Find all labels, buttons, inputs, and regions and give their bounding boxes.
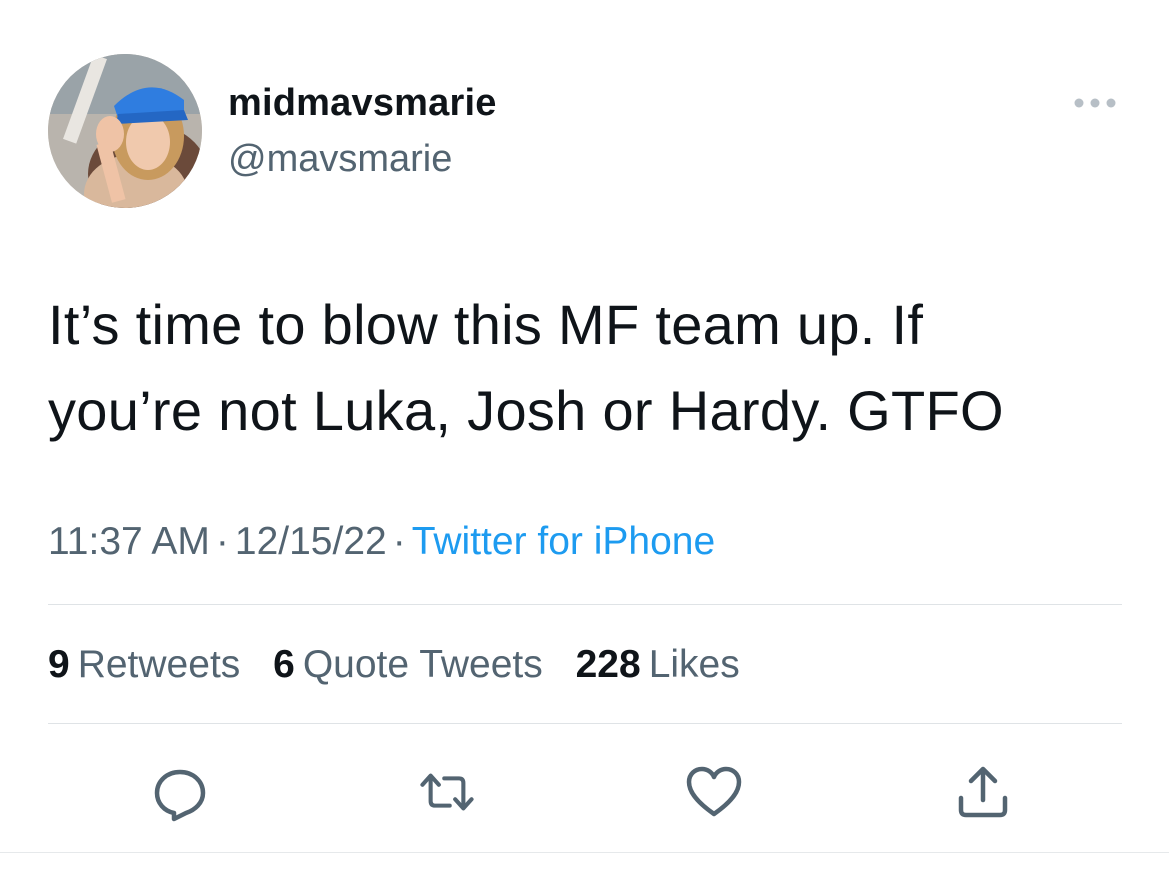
retweet-button[interactable] [417,762,477,822]
more-options-icon[interactable] [1072,92,1118,114]
divider [48,723,1122,724]
retweets-label: Retweets [77,643,241,686]
retweets-stat[interactable]: 9 Retweets [48,643,240,686]
retweets-count: 9 [48,643,70,686]
avatar[interactable] [48,54,202,208]
share-icon [958,766,1008,818]
share-button[interactable] [953,762,1013,822]
like-button[interactable] [684,762,744,822]
separator: · [215,520,229,563]
tweet-text: It’s time to blow this MF team up. If yo… [48,282,1128,454]
retweet-icon [420,773,474,811]
likes-count: 228 [575,643,641,686]
quote-tweets-label: Quote Tweets [302,643,543,686]
reply-icon [154,769,206,822]
quote-tweets-count: 6 [273,643,295,686]
profile-photo-icon [48,54,202,208]
likes-stat[interactable]: 228 Likes [576,643,740,686]
tweet-stats: 9 Retweets 6 Quote Tweets 228 Likes [48,643,762,687]
tweet-text-line: you’re not Luka, Josh or Hardy. GTFO [48,379,1004,442]
tweet-time[interactable]: 11:37 AM [48,520,210,563]
tweet-detail: midmavsmarie @mavsmarie It’s time to blo… [0,0,1169,870]
likes-label: Likes [648,643,740,686]
divider [48,604,1122,605]
heart-icon [686,766,742,817]
tweet-source-link[interactable]: Twitter for iPhone [412,520,715,563]
user-handle[interactable]: @mavsmarie [228,138,452,181]
tweet-date[interactable]: 12/15/22 [235,520,387,563]
separator: · [392,520,406,563]
display-name[interactable]: midmavsmarie [228,82,497,125]
tweet-meta: 11:37 AM · 12/15/22 · Twitter for iPhone [48,520,715,564]
divider [0,852,1169,853]
quote-tweets-stat[interactable]: 6 Quote Tweets [273,643,543,686]
reply-button[interactable] [150,762,210,822]
tweet-text-line: It’s time to blow this MF team up. If [48,293,924,356]
